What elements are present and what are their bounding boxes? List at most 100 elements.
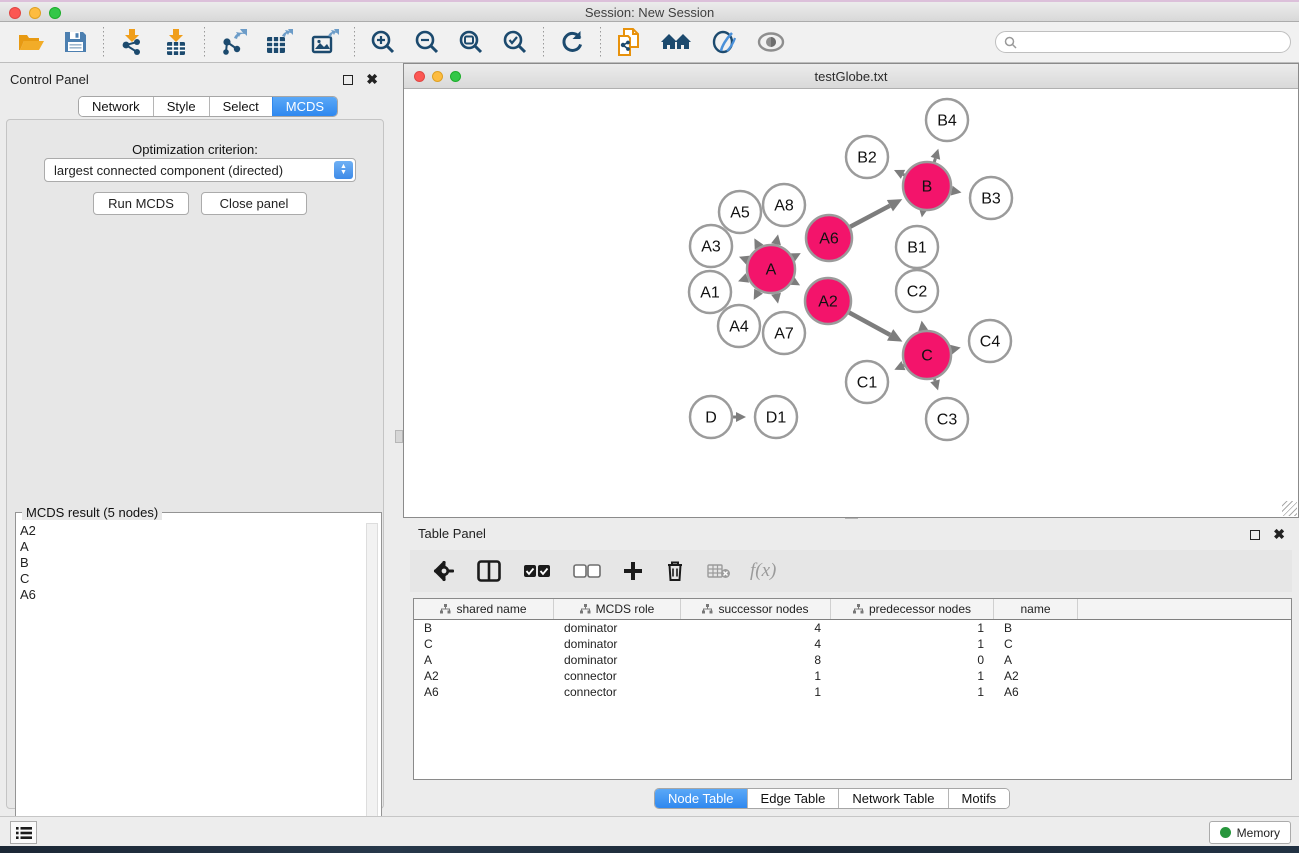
column-header-shared-name[interactable]: shared name	[414, 599, 554, 619]
run-mcds-button[interactable]: Run MCDS	[93, 192, 189, 215]
control-panel-tabs: NetworkStyleSelectMCDS	[78, 96, 338, 117]
arrowhead-B-B3	[951, 186, 962, 196]
close-panel-button[interactable]: Close panel	[201, 192, 307, 215]
table-row[interactable]: Adominator80A	[414, 652, 1291, 668]
table-row[interactable]: A6connector11A6	[414, 684, 1291, 700]
memory-status-icon	[1220, 827, 1231, 838]
node-label-A: A	[766, 262, 777, 279]
delete-table-icon[interactable]	[696, 563, 742, 579]
zoom-out-icon[interactable]	[405, 25, 449, 59]
node-label-A1: A1	[700, 285, 720, 302]
edge-A2-C[interactable]	[849, 312, 890, 334]
table-cell[interactable]: A	[994, 653, 1078, 667]
edge-B-B4[interactable]	[934, 158, 935, 162]
zoom-selected-icon[interactable]	[493, 25, 537, 59]
table-cell[interactable]: 4	[681, 637, 831, 651]
save-session-icon[interactable]	[54, 25, 97, 59]
table-cell[interactable]: 1	[681, 669, 831, 683]
table-cell[interactable]: connector	[554, 685, 681, 699]
table-cell[interactable]: C	[414, 637, 554, 651]
tab-select[interactable]: Select	[209, 97, 272, 116]
table-cell[interactable]: A2	[414, 669, 554, 683]
table-cell[interactable]: A6	[994, 685, 1078, 699]
select-all-icon[interactable]	[512, 564, 562, 578]
tab-style[interactable]: Style	[153, 97, 209, 116]
open-session-network-icon[interactable]	[607, 25, 651, 59]
table-cell[interactable]: A	[414, 653, 554, 667]
table-cell[interactable]: 4	[681, 621, 831, 635]
column-header-predecessor-nodes[interactable]: predecessor nodes	[831, 599, 994, 619]
tab-network[interactable]: Network	[79, 97, 153, 116]
tab-edge-table[interactable]: Edge Table	[747, 789, 839, 808]
close-panel-icon[interactable]: ✖	[1273, 526, 1285, 542]
memory-button[interactable]: Memory	[1209, 821, 1291, 844]
search-field[interactable]	[995, 31, 1291, 53]
mcds-result-list[interactable]: A2ABCA6	[20, 523, 363, 845]
show-columns-icon[interactable]	[466, 560, 512, 582]
edge-C-C3[interactable]	[934, 379, 935, 381]
tab-network-table[interactable]: Network Table	[838, 789, 947, 808]
result-item[interactable]: A6	[20, 587, 363, 603]
tab-mcds[interactable]: MCDS	[272, 97, 337, 116]
table-cell[interactable]: 1	[831, 669, 994, 683]
network-window-title: testGlobe.txt	[404, 69, 1298, 84]
result-item[interactable]: A2	[20, 523, 363, 539]
task-history-button[interactable]	[10, 821, 37, 844]
export-image-icon[interactable]	[302, 25, 348, 59]
toolbar-separator	[204, 27, 205, 57]
float-panel-icon[interactable]	[343, 75, 353, 85]
table-row[interactable]: A2connector11A2	[414, 668, 1291, 684]
function-builder-icon[interactable]: f(x)	[742, 560, 784, 582]
table-cell[interactable]: A2	[994, 669, 1078, 683]
vertical-divider-handle[interactable]	[395, 430, 403, 443]
table-row[interactable]: Cdominator41C	[414, 636, 1291, 652]
import-table-icon[interactable]	[154, 25, 198, 59]
export-network-icon[interactable]	[211, 25, 256, 59]
eye-icon[interactable]	[747, 25, 795, 59]
tab-motifs[interactable]: Motifs	[948, 789, 1010, 808]
edge-A6-B[interactable]	[850, 206, 890, 227]
zoom-in-icon[interactable]	[361, 25, 405, 59]
column-header-successor-nodes[interactable]: successor nodes	[681, 599, 831, 619]
table-row[interactable]: Bdominator41B	[414, 620, 1291, 636]
import-network-icon[interactable]	[110, 25, 154, 59]
search-input[interactable]	[1022, 35, 1282, 49]
open-file-icon[interactable]	[8, 25, 54, 59]
arrowhead-B-B4	[931, 149, 941, 160]
column-header-name[interactable]: name	[994, 599, 1078, 619]
resize-grip[interactable]	[1282, 501, 1297, 516]
zoom-fit-icon[interactable]	[449, 25, 493, 59]
home-icon[interactable]	[651, 25, 701, 59]
table-cell[interactable]: dominator	[554, 621, 681, 635]
table-cell[interactable]: 8	[681, 653, 831, 667]
float-panel-icon[interactable]	[1250, 530, 1260, 540]
cyndex-icon[interactable]	[701, 25, 747, 59]
table-cell[interactable]: B	[994, 621, 1078, 635]
table-cell[interactable]: C	[994, 637, 1078, 651]
result-item[interactable]: C	[20, 571, 363, 587]
result-scrollbar[interactable]	[366, 523, 378, 845]
table-cell[interactable]: 1	[831, 621, 994, 635]
apply-layout-icon[interactable]	[550, 25, 594, 59]
table-cell[interactable]: dominator	[554, 637, 681, 651]
column-settings-icon[interactable]	[422, 560, 466, 582]
table-cell[interactable]: dominator	[554, 653, 681, 667]
tab-node-table[interactable]: Node Table	[655, 789, 747, 808]
deselect-all-icon[interactable]	[562, 564, 612, 578]
export-table-icon[interactable]	[256, 25, 302, 59]
table-cell[interactable]: B	[414, 621, 554, 635]
table-cell[interactable]: 0	[831, 653, 994, 667]
network-graph-canvas[interactable]: AA1A2A3A4A5A6A7A8BB1B2B3B4CC1C2C3C4DD1	[404, 89, 1298, 517]
result-item[interactable]: B	[20, 555, 363, 571]
table-cell[interactable]: connector	[554, 669, 681, 683]
table-cell[interactable]: 1	[831, 685, 994, 699]
result-item[interactable]: A	[20, 539, 363, 555]
close-panel-icon[interactable]: ✖	[366, 71, 378, 87]
delete-icon[interactable]	[654, 560, 696, 582]
table-cell[interactable]: A6	[414, 685, 554, 699]
table-cell[interactable]: 1	[681, 685, 831, 699]
criterion-select[interactable]: largest connected component (directed) ▲…	[44, 158, 356, 182]
add-icon[interactable]	[612, 561, 654, 581]
column-header-MCDS-role[interactable]: MCDS role	[554, 599, 681, 619]
table-cell[interactable]: 1	[831, 637, 994, 651]
